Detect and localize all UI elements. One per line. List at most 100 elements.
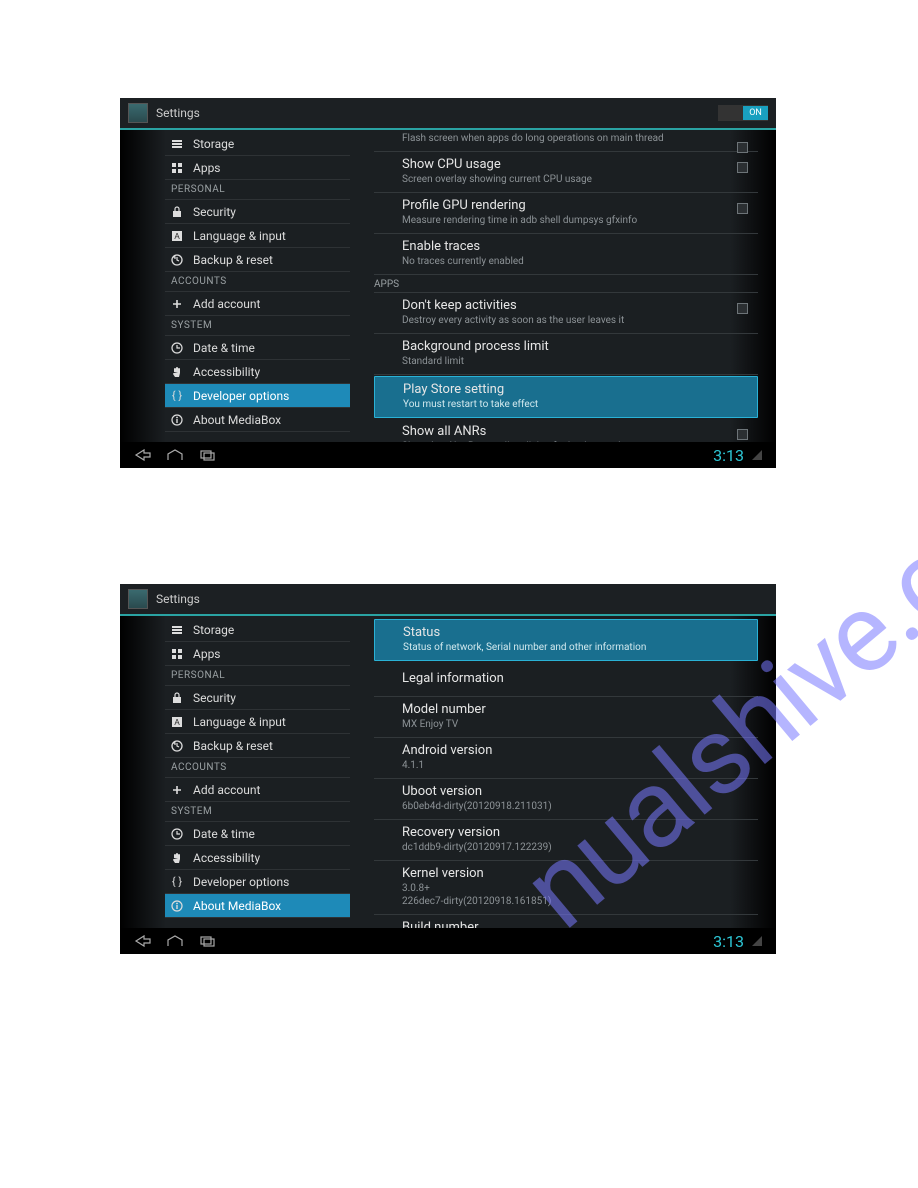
checkbox[interactable] <box>737 162 748 173</box>
apps-icon <box>171 648 183 660</box>
sidebar-item-label: About MediaBox <box>193 413 281 427</box>
sidebar-item-label: Language & input <box>193 229 286 243</box>
sidebar-item-add-account[interactable]: Add account <box>165 292 350 316</box>
setting-row[interactable]: Background process limitStandard limit <box>374 334 758 375</box>
plus-icon <box>171 784 183 796</box>
setting-title: Don't keep activities <box>402 298 754 314</box>
checkbox[interactable] <box>737 303 748 314</box>
hand-icon <box>171 852 183 864</box>
sidebar-item-security[interactable]: Security <box>165 686 350 710</box>
sidebar-header-personal: PERSONAL <box>165 666 350 686</box>
setting-title: Model number <box>402 702 754 718</box>
about-row[interactable]: Android version4.1.1 <box>374 738 758 779</box>
setting-subtitle: MX Enjoy TV <box>402 718 754 731</box>
recent-button[interactable] <box>198 448 216 462</box>
sidebar-item-accessibility[interactable]: Accessibility <box>165 846 350 870</box>
sidebar-item-developer-options[interactable]: { } Developer options <box>165 384 350 408</box>
about-row[interactable]: Kernel version3.0.8+ 226dec7-dirty(20120… <box>374 861 758 915</box>
setting-title: Uboot version <box>402 784 754 800</box>
setting-title: Android version <box>402 743 754 759</box>
setting-subtitle: Screen overlay showing current CPU usage <box>402 173 754 186</box>
sidebar-item-label: Developer options <box>193 389 289 403</box>
clock-icon <box>171 828 183 840</box>
sidebar-item-label: Developer options <box>193 875 289 889</box>
signal-icon <box>752 936 762 946</box>
sidebar-item-label: Apps <box>193 161 221 175</box>
setting-row[interactable]: Profile GPU renderingMeasure rendering t… <box>374 193 758 234</box>
sidebar-item-storage[interactable]: Storage <box>165 618 350 642</box>
sidebar-item-security[interactable]: Security <box>165 200 350 224</box>
backup-icon <box>171 254 183 266</box>
setting-row[interactable]: Play Store settingYou must restart to ta… <box>374 376 758 418</box>
sidebar-header-accounts: ACCOUNTS <box>165 272 350 292</box>
sidebar-item-label: Backup & reset <box>193 739 273 753</box>
lock-icon <box>171 692 183 704</box>
sidebar-item-storage[interactable]: Storage <box>165 132 350 156</box>
sidebar-item-add-account[interactable]: Add account <box>165 778 350 802</box>
storage-icon <box>171 624 183 636</box>
setting-title: Build number <box>402 920 754 928</box>
sidebar-item-apps[interactable]: Apps <box>165 156 350 180</box>
sidebar-item-language-input[interactable]: A Language & input <box>165 710 350 734</box>
sidebar-item-backup-reset[interactable]: Backup & reset <box>165 248 350 272</box>
content-header-apps: APPS <box>374 275 758 293</box>
home-button[interactable] <box>166 934 184 948</box>
sidebar-item-label: Add account <box>193 297 260 311</box>
recent-button[interactable] <box>198 934 216 948</box>
sidebar-header-system: SYSTEM <box>165 316 350 336</box>
signal-icon <box>752 450 762 460</box>
about-row[interactable]: StatusStatus of network, Serial number a… <box>374 619 758 661</box>
titlebar: Settings ON <box>120 98 776 130</box>
sidebar-item-label: Language & input <box>193 715 286 729</box>
sidebar-item-accessibility[interactable]: Accessibility <box>165 360 350 384</box>
sidebar-item-apps[interactable]: Apps <box>165 642 350 666</box>
storage-icon <box>171 138 183 150</box>
setting-row[interactable]: Show CPU usageScreen overlay showing cur… <box>374 152 758 193</box>
lang-icon: A <box>171 716 183 728</box>
setting-row[interactable]: Enable tracesNo traces currently enabled <box>374 234 758 275</box>
sidebar-item-label: Security <box>193 205 236 219</box>
hand-icon <box>171 366 183 378</box>
sidebar-header-accounts: ACCOUNTS <box>165 758 350 778</box>
titlebar: Settings <box>120 584 776 616</box>
back-button[interactable] <box>134 448 152 462</box>
svg-text:A: A <box>174 232 180 241</box>
sidebar-item-label: Security <box>193 691 236 705</box>
lang-icon: A <box>171 230 183 242</box>
back-button[interactable] <box>134 934 152 948</box>
sidebar-item-label: Storage <box>193 623 234 637</box>
info-icon <box>171 900 183 912</box>
sidebar-item-backup-reset[interactable]: Backup & reset <box>165 734 350 758</box>
about-mediabox-content: StatusStatus of network, Serial number a… <box>350 616 776 928</box>
setting-subtitle: 3.0.8+ 226dec7-dirty(20120918.161851) <box>402 882 754 908</box>
checkbox[interactable] <box>737 203 748 214</box>
sidebar-item-developer-options[interactable]: { }Developer options <box>165 870 350 894</box>
braces-icon: { } <box>171 390 183 402</box>
about-row[interactable]: Recovery versiondc1ddb9-dirty(20120917.1… <box>374 820 758 861</box>
sidebar-item-language-input[interactable]: A Language & input <box>165 224 350 248</box>
setting-row[interactable]: Flash screen when apps do long operation… <box>374 132 758 152</box>
about-row[interactable]: Legal information <box>374 662 758 697</box>
setting-title: Kernel version <box>402 866 754 882</box>
app-title: Settings <box>156 106 200 120</box>
sidebar-item-about-mediabox[interactable]: About MediaBox <box>165 894 350 918</box>
setting-row[interactable]: Don't keep activitiesDestroy every activ… <box>374 293 758 334</box>
about-row[interactable]: Build numberV1.01.01MX01_20120918 <box>374 915 758 928</box>
master-toggle[interactable]: ON <box>718 105 768 121</box>
sidebar-item-label: Accessibility <box>193 365 260 379</box>
sidebar-item-about-mediabox[interactable]: About MediaBox <box>165 408 350 432</box>
checkbox[interactable] <box>737 429 748 440</box>
home-button[interactable] <box>166 448 184 462</box>
sidebar-item-label: Apps <box>193 647 221 661</box>
about-row[interactable]: Model numberMX Enjoy TV <box>374 697 758 738</box>
setting-subtitle: You must restart to take effect <box>403 398 753 411</box>
lock-icon <box>171 206 183 218</box>
sidebar-header-personal: PERSONAL <box>165 180 350 200</box>
sidebar-item-date-time[interactable]: Date & time <box>165 822 350 846</box>
setting-row[interactable]: Show all ANRsShow App Not Responding dia… <box>374 419 758 442</box>
about-row[interactable]: Uboot version6b0eb4d-dirty(20120918.2110… <box>374 779 758 820</box>
sidebar-item-label: Accessibility <box>193 851 260 865</box>
sidebar-item-date-time[interactable]: Date & time <box>165 336 350 360</box>
app-title: Settings <box>156 592 200 606</box>
setting-title: Show CPU usage <box>402 157 754 173</box>
